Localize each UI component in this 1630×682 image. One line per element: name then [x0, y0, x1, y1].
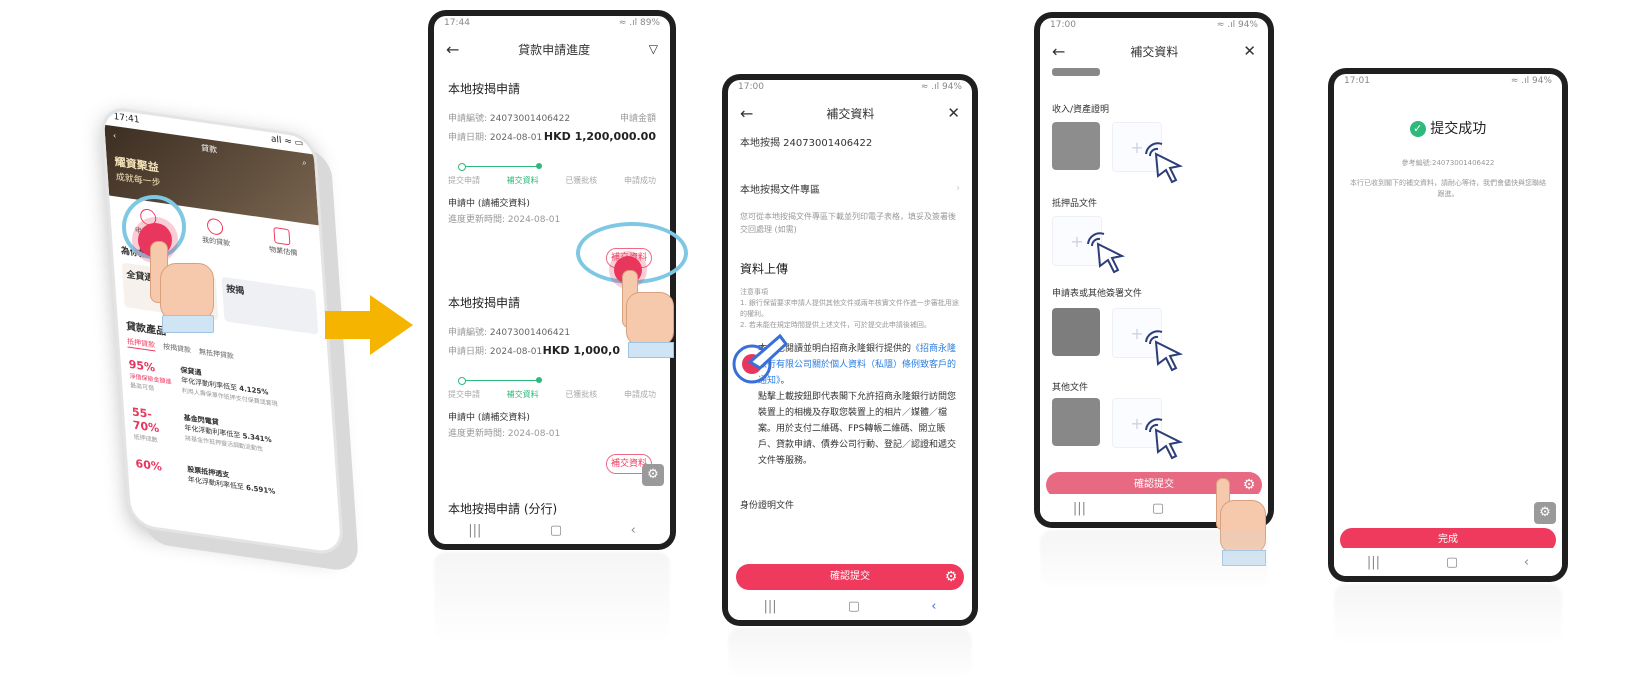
phone5: 17:01 ≈ .ıl 94% ✓ 提交成功 參考編號:240730014064…: [1328, 68, 1568, 582]
app-amount: HKD 1,200,000.00: [543, 130, 656, 143]
app-number: 24073001406422: [489, 114, 571, 124]
back-arrow-icon[interactable]: ‹: [113, 131, 117, 141]
id-doc-label: 身份證明文件: [740, 501, 795, 511]
reference-number: 參考編號:24073001406422: [1401, 159, 1495, 167]
status-time: 17:41: [113, 111, 140, 126]
upload-title: 資料上傳: [740, 262, 789, 276]
section-income: 收入/資產證明: [1052, 105, 1110, 115]
phone2-status-bar: 17:44 ≈ .ıl 89%: [434, 16, 670, 32]
phone1-body: 17:41 all ≈ ▭ ‹ 貸款 ⌕ 耀資聚益 成就每一步 申請進度 我的貸…: [100, 105, 345, 557]
doc-area-link[interactable]: 本地按揭文件專區 ›: [728, 153, 972, 196]
phone4-header: ← 補交資料 ✕: [1040, 34, 1268, 68]
note-1: 1. 銀行保留要求申請人提供其他文件或兩年核實文件作進一步審批用途的權利。: [740, 299, 959, 318]
check-icon: ✓: [1409, 121, 1426, 137]
recent-apps-icon[interactable]: |||: [1073, 501, 1086, 516]
phone3-reflection: [728, 628, 972, 678]
home-icon[interactable]: ▢: [550, 523, 562, 538]
recent-apps-icon[interactable]: |||: [764, 599, 777, 614]
phone1-header-title: 貸款: [200, 143, 218, 155]
app-status: 申請中 (請補交資料): [448, 199, 530, 209]
gear-icon[interactable]: ⚙: [940, 566, 962, 588]
phone2-nav: ||| ▢ ‹: [434, 516, 670, 544]
back-icon[interactable]: ‹: [631, 523, 636, 538]
section-application-form: 申請表或其他簽署文件: [1052, 289, 1143, 299]
gear-icon[interactable]: ⚙: [642, 464, 664, 486]
uploaded-thumb[interactable]: [1052, 308, 1100, 356]
quick-item-valuation[interactable]: 物業估價: [268, 226, 298, 258]
phone3-status-bar: 17:00 ≈ .ıl 94%: [738, 82, 962, 92]
app-name-branch: 本地按揭申請 (分行): [448, 502, 558, 516]
back-icon[interactable]: ‹: [1524, 555, 1529, 570]
confirm-submit-button[interactable]: 確認提交: [736, 564, 964, 590]
phone4-title: 補交資料: [1130, 44, 1179, 59]
home-icon[interactable]: ▢: [1152, 501, 1164, 516]
success-message: 本行已收到閣下的補交資料，請耐心等待，我們會儘快與您聯絡跟進。: [1350, 179, 1546, 198]
loan-ref: 本地按揭 24073001406422: [740, 138, 873, 149]
progress-steps: 提交申請 補交資料 已獲批核 申請成功: [448, 176, 656, 185]
search-icon[interactable]: ⌕: [302, 157, 307, 168]
phone2-title: 貸款申請進度: [518, 42, 591, 57]
back-icon[interactable]: ‹: [931, 599, 936, 614]
thumb-partial: [1052, 68, 1100, 76]
back-arrow-icon[interactable]: ←: [446, 40, 459, 59]
doc-desc: 您可從本地按揭文件專區下載並列印電子表格，填妥及簽署後交回處理 (如需): [740, 212, 956, 234]
arrow-right-icon: [325, 295, 415, 355]
application-card[interactable]: 本地按揭申請 申請編號: 24073001406422 申請金額 申請日期: 2…: [434, 66, 670, 225]
notes-title: 注意事項: [740, 288, 768, 296]
click-cursor-icon: [1140, 328, 1186, 374]
section-other: 其他文件: [1052, 383, 1089, 393]
uploaded-thumb[interactable]: [1052, 398, 1100, 446]
success-title: ✓ 提交成功: [1334, 118, 1562, 138]
phone3-title: 補交資料: [826, 106, 875, 121]
phone1-wrapper: 17:41 all ≈ ▭ ‹ 貸款 ⌕ 耀資聚益 成就每一步 申請進度 我的貸…: [30, 95, 345, 557]
click-cursor-icon: [1140, 416, 1186, 462]
close-icon[interactable]: ✕: [947, 104, 960, 122]
phone4-reflection: [1040, 530, 1268, 590]
consent-body: 點擊上載按鈕即代表閣下允許招商永隆銀行訪問您裝置上的相機及存取您裝置上的相片／媒…: [758, 392, 957, 466]
phone5-nav: ||| ▢ ‹: [1334, 548, 1562, 576]
uploaded-thumb[interactable]: [1052, 122, 1100, 170]
phone5-reflection: [1334, 584, 1562, 644]
click-cursor-icon: [1140, 140, 1186, 186]
phone5-status-bar: 17:01 ≈ .ıl 94%: [1344, 76, 1552, 86]
home-icon[interactable]: ▢: [848, 599, 860, 614]
phone5-screen: 17:01 ≈ .ıl 94% ✓ 提交成功 參考編號:240730014064…: [1334, 74, 1562, 576]
click-cursor-icon: [730, 330, 790, 390]
phone3-nav: ||| ▢ ‹: [728, 592, 972, 620]
app-name: 本地按揭申請: [448, 82, 521, 96]
phone4-status-bar: 17:00 ≈ .ıl 94%: [1050, 20, 1258, 30]
progress-track: [448, 163, 656, 171]
section-collateral: 抵押品文件: [1052, 199, 1098, 209]
status-time: 17:44: [444, 18, 470, 28]
close-icon[interactable]: ✕: [1243, 42, 1256, 60]
phone2-reflection: [434, 552, 670, 642]
back-arrow-icon[interactable]: ←: [740, 104, 753, 123]
back-arrow-icon[interactable]: ←: [1052, 42, 1065, 61]
phone2-header: ← 貸款申請進度 ▽: [434, 32, 670, 66]
phone3-header: ← 補交資料 ✕: [728, 96, 972, 130]
recent-apps-icon[interactable]: |||: [1367, 555, 1380, 570]
pointer-hand-icon: [598, 256, 678, 366]
home-icon[interactable]: ▢: [1446, 555, 1458, 570]
recent-apps-icon[interactable]: |||: [468, 523, 481, 538]
status-icons: ≈ .ıl 89%: [618, 18, 660, 28]
click-cursor-icon: [1082, 230, 1128, 276]
pointer-hand-icon: [138, 223, 218, 333]
filter-icon[interactable]: ▽: [649, 42, 658, 56]
gear-icon[interactable]: ⚙: [1534, 502, 1556, 524]
